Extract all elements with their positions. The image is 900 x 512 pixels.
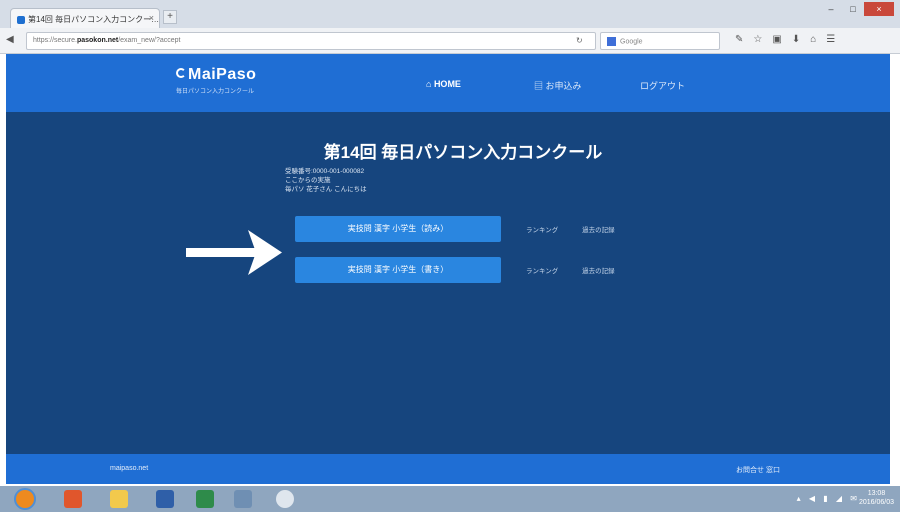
firefox-icon[interactable] [276,490,294,508]
arrow-icon [186,230,282,275]
tab-title: 第14回 毎日パソコン入力コンクー… [28,15,160,24]
browser-navbar: ◀ https://secure.pasokon.net/exam_new/?a… [0,28,900,54]
home-icon[interactable]: ⌂ [810,34,816,45]
excel-icon[interactable] [196,490,214,508]
nav-logout[interactable]: ログアウト [640,79,685,92]
system-tray[interactable]: ▴ ◀ ▮ ◢ ✉ [797,494,860,503]
site-header: MaiPaso 毎日パソコン入力コンクール ⌂ HOME ▤ お申込み ログアウ… [6,54,890,112]
nav-home[interactable]: ⌂ HOME [426,79,461,89]
exam-button-writing[interactable]: 実技問 漢字 小学生（書き） [295,257,501,283]
nav-apply-label: お申込み [545,81,582,91]
taskbar: ▴ ◀ ▮ ◢ ✉ 13:08 2016/06/03 [0,486,900,512]
new-tab-button[interactable]: + [163,10,177,24]
url-bar[interactable]: https://secure.pasokon.net/exam_new/?acc… [26,32,596,50]
browser-toolbar: ✎ ☆ ▣ ⬇ ⌂ ☰ [735,34,835,45]
user-exam-number: 受験番号:0000-001-000082 [285,168,365,175]
record-link[interactable]: 過去の記録 [582,227,615,234]
exam-button-reading[interactable]: 実技問 漢字 小学生（読み） [295,216,501,242]
window-controls: – □ × [820,2,894,18]
nav-apply[interactable]: ▤ お申込み [534,79,582,92]
site-footer: maipaso.net お問合せ 窓口 [6,454,890,484]
favicon-icon [17,15,25,24]
menu-icon[interactable]: ☰ [826,34,835,45]
search-bar[interactable]: Google [600,32,720,50]
tab-close-icon[interactable]: × [149,13,154,23]
exam-links-reading: ランキング 過去の記録 [526,224,637,234]
pencil-icon[interactable]: ✎ [735,34,743,45]
calendar-icon: ▤ [534,81,546,91]
page-title: 第14回 毎日パソコン入力コンクール [323,143,603,162]
start-button[interactable] [14,488,36,510]
logo-mark-icon [176,68,186,78]
close-window-button[interactable]: × [864,2,894,16]
nav-home-label: HOME [433,79,461,89]
clock[interactable]: 13:08 2016/06/03 [859,489,894,507]
main-content: 第14回 毎日パソコン入力コンクール 受験番号:0000-001-000082 … [6,112,890,454]
footer-site-link[interactable]: maipaso.net [110,465,148,472]
url-prefix: https://secure. [33,37,77,44]
reload-icon[interactable]: ↻ [576,36,583,45]
search-engine-icon [607,37,616,46]
star-icon[interactable]: ☆ [753,34,762,45]
user-status: ここからの実施 [285,177,331,184]
record-link[interactable]: 過去の記録 [582,268,615,275]
clock-time: 13:08 [867,490,886,497]
minimize-button[interactable]: – [820,2,842,16]
browser-tabbar: 第14回 毎日パソコン入力コンクー… × + – □ × [0,0,900,28]
search-placeholder: Google [620,38,643,46]
back-arrow-icon[interactable]: ◀ [6,34,14,45]
user-greeting: 毎パソ 花子さん こんにちは [285,186,367,193]
maximize-button[interactable]: □ [842,2,864,16]
screen: 第14回 毎日パソコン入力コンクー… × + – □ × ◀ https://s… [0,0,900,512]
exam-links-writing: ランキング 過去の記録 [526,265,637,275]
url-path: /exam_new/?accept [118,37,181,44]
url-domain: pasokon.net [76,37,119,44]
app-icon[interactable] [156,490,174,508]
app-icon[interactable] [234,490,252,508]
ranking-link[interactable]: ランキング [526,227,558,234]
clipboard-icon[interactable]: ▣ [772,34,781,45]
footer-contact-link[interactable]: お問合せ 窓口 [736,465,780,475]
user-info: 受験番号:0000-001-000082 ここからの実施 毎パソ 花子さん こん… [285,167,367,194]
download-icon[interactable]: ⬇ [792,34,800,45]
logo-title: MaiPaso [188,66,257,83]
logo-subtitle: 毎日パソコン入力コンクール [176,89,255,95]
chrome-icon[interactable] [64,490,82,508]
site-logo[interactable]: MaiPaso 毎日パソコン入力コンクール [176,66,256,95]
browser-tab[interactable]: 第14回 毎日パソコン入力コンクー… × [10,8,160,28]
home-icon: ⌂ [426,79,434,89]
folder-icon[interactable] [110,490,128,508]
ranking-link[interactable]: ランキング [526,268,558,275]
clock-date: 2016/06/03 [858,499,894,506]
